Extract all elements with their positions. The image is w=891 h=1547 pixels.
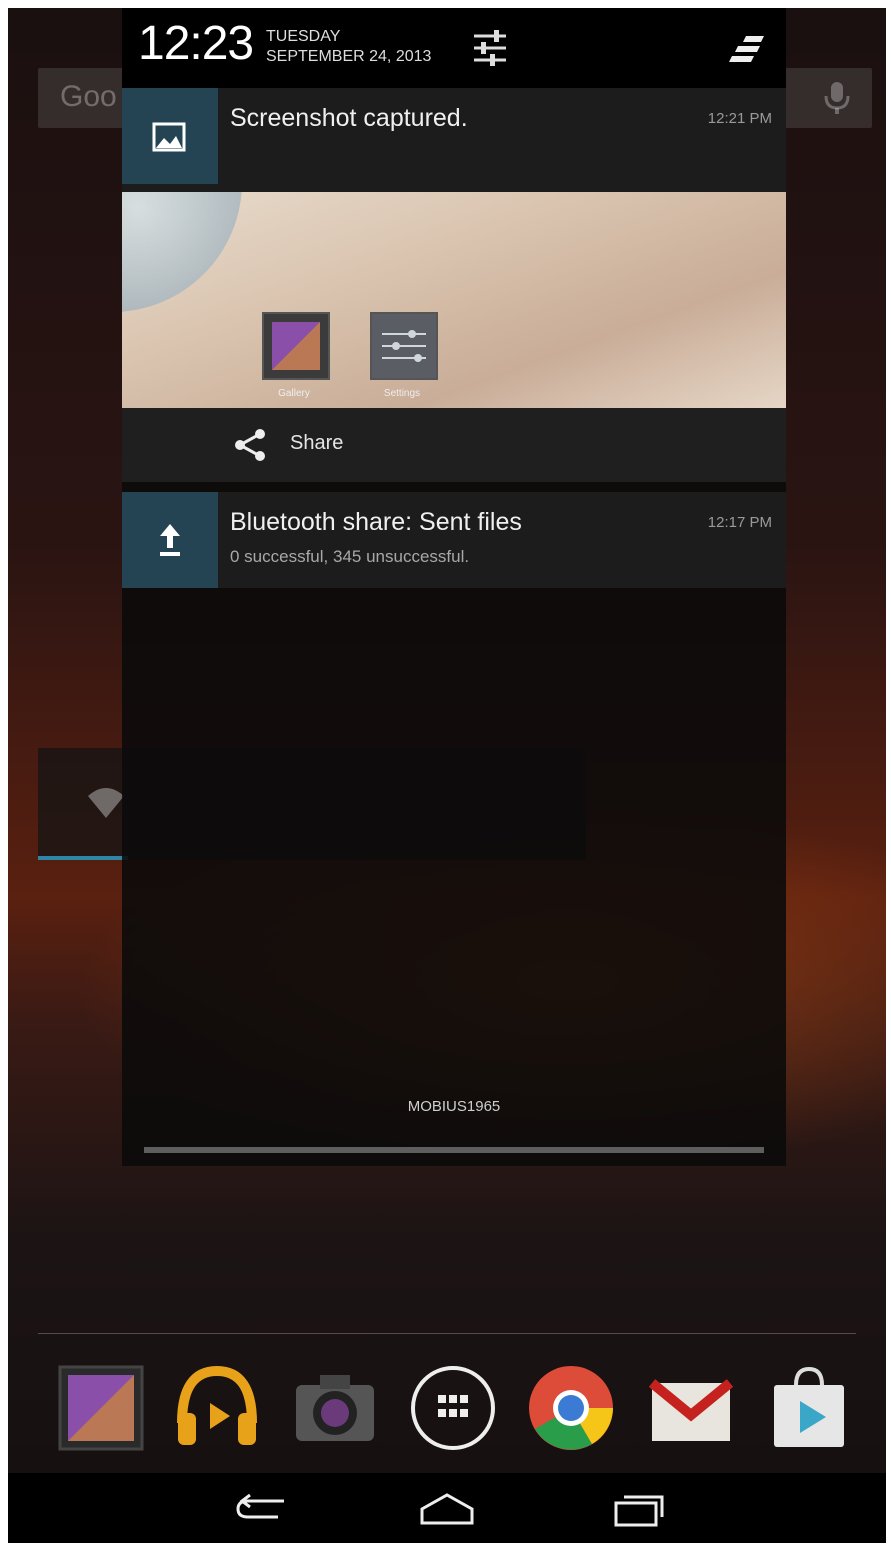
home-icon[interactable] xyxy=(412,1487,482,1531)
mic-icon[interactable] xyxy=(822,80,852,116)
clock-day: TUESDAY xyxy=(266,28,341,45)
screenshot-preview[interactable]: Gallery Settings xyxy=(122,192,786,408)
back-icon[interactable] xyxy=(228,1487,298,1531)
gmail-icon[interactable] xyxy=(646,1363,736,1453)
preview-wallpaper-orb xyxy=(122,192,242,312)
play-store-icon[interactable] xyxy=(764,1363,854,1453)
clear-notifications-icon[interactable] xyxy=(728,32,768,66)
notification-time: 12:17 PM xyxy=(707,514,772,531)
dock-divider xyxy=(38,1333,856,1334)
app-drawer-icon[interactable] xyxy=(408,1363,498,1453)
wifi-icon[interactable] xyxy=(86,784,126,820)
notification-icon-box xyxy=(122,88,218,184)
share-action-button[interactable]: Share xyxy=(122,408,786,482)
carrier-label: MOBIUS1965 xyxy=(407,1098,501,1115)
shade-header: 12:23 TUESDAY SEPTEMBER 24, 2013 xyxy=(122,8,786,88)
preview-gallery-icon xyxy=(262,312,330,380)
notification-title: Bluetooth share: Sent files xyxy=(230,508,522,536)
wifi-active-indicator xyxy=(38,856,128,860)
camera-icon[interactable] xyxy=(290,1363,380,1453)
shade-drag-handle[interactable] xyxy=(144,1147,764,1153)
share-label: Share xyxy=(290,432,344,454)
notification-icon-box xyxy=(122,492,218,588)
gallery-icon[interactable] xyxy=(56,1363,146,1453)
preview-settings-icon xyxy=(370,312,438,380)
device-screen: Goo 12:23 TUESDAY SEPTEMBER 24, 2013 Scr… xyxy=(8,8,886,1543)
clock-time[interactable]: 12:23 xyxy=(138,16,254,71)
share-icon xyxy=(235,429,265,461)
preview-app-label: Gallery xyxy=(278,388,310,399)
notification-bluetooth-share[interactable]: Bluetooth share: Sent files 12:17 PM 0 s… xyxy=(122,492,786,588)
search-bar-text: Goo xyxy=(60,80,117,113)
preview-app-label: Settings xyxy=(383,388,421,399)
notification-title: Screenshot captured. xyxy=(230,104,468,132)
play-music-icon[interactable] xyxy=(172,1363,262,1453)
notification-subtitle: 0 successful, 345 unsuccessful. xyxy=(230,547,470,566)
upload-icon xyxy=(160,524,180,556)
recents-icon[interactable] xyxy=(604,1487,674,1531)
notification-time: 12:21 PM xyxy=(707,110,772,127)
notification-shade: 12:23 TUESDAY SEPTEMBER 24, 2013 Screens… xyxy=(122,8,786,1166)
clock-date: SEPTEMBER 24, 2013 xyxy=(266,48,432,65)
notification-screenshot[interactable]: Screenshot captured. 12:21 PM Gallery Se… xyxy=(122,88,786,482)
image-icon xyxy=(152,122,186,152)
quick-settings-icon[interactable] xyxy=(470,28,510,68)
chrome-icon[interactable] xyxy=(526,1363,616,1453)
navigation-bar xyxy=(8,1473,886,1543)
